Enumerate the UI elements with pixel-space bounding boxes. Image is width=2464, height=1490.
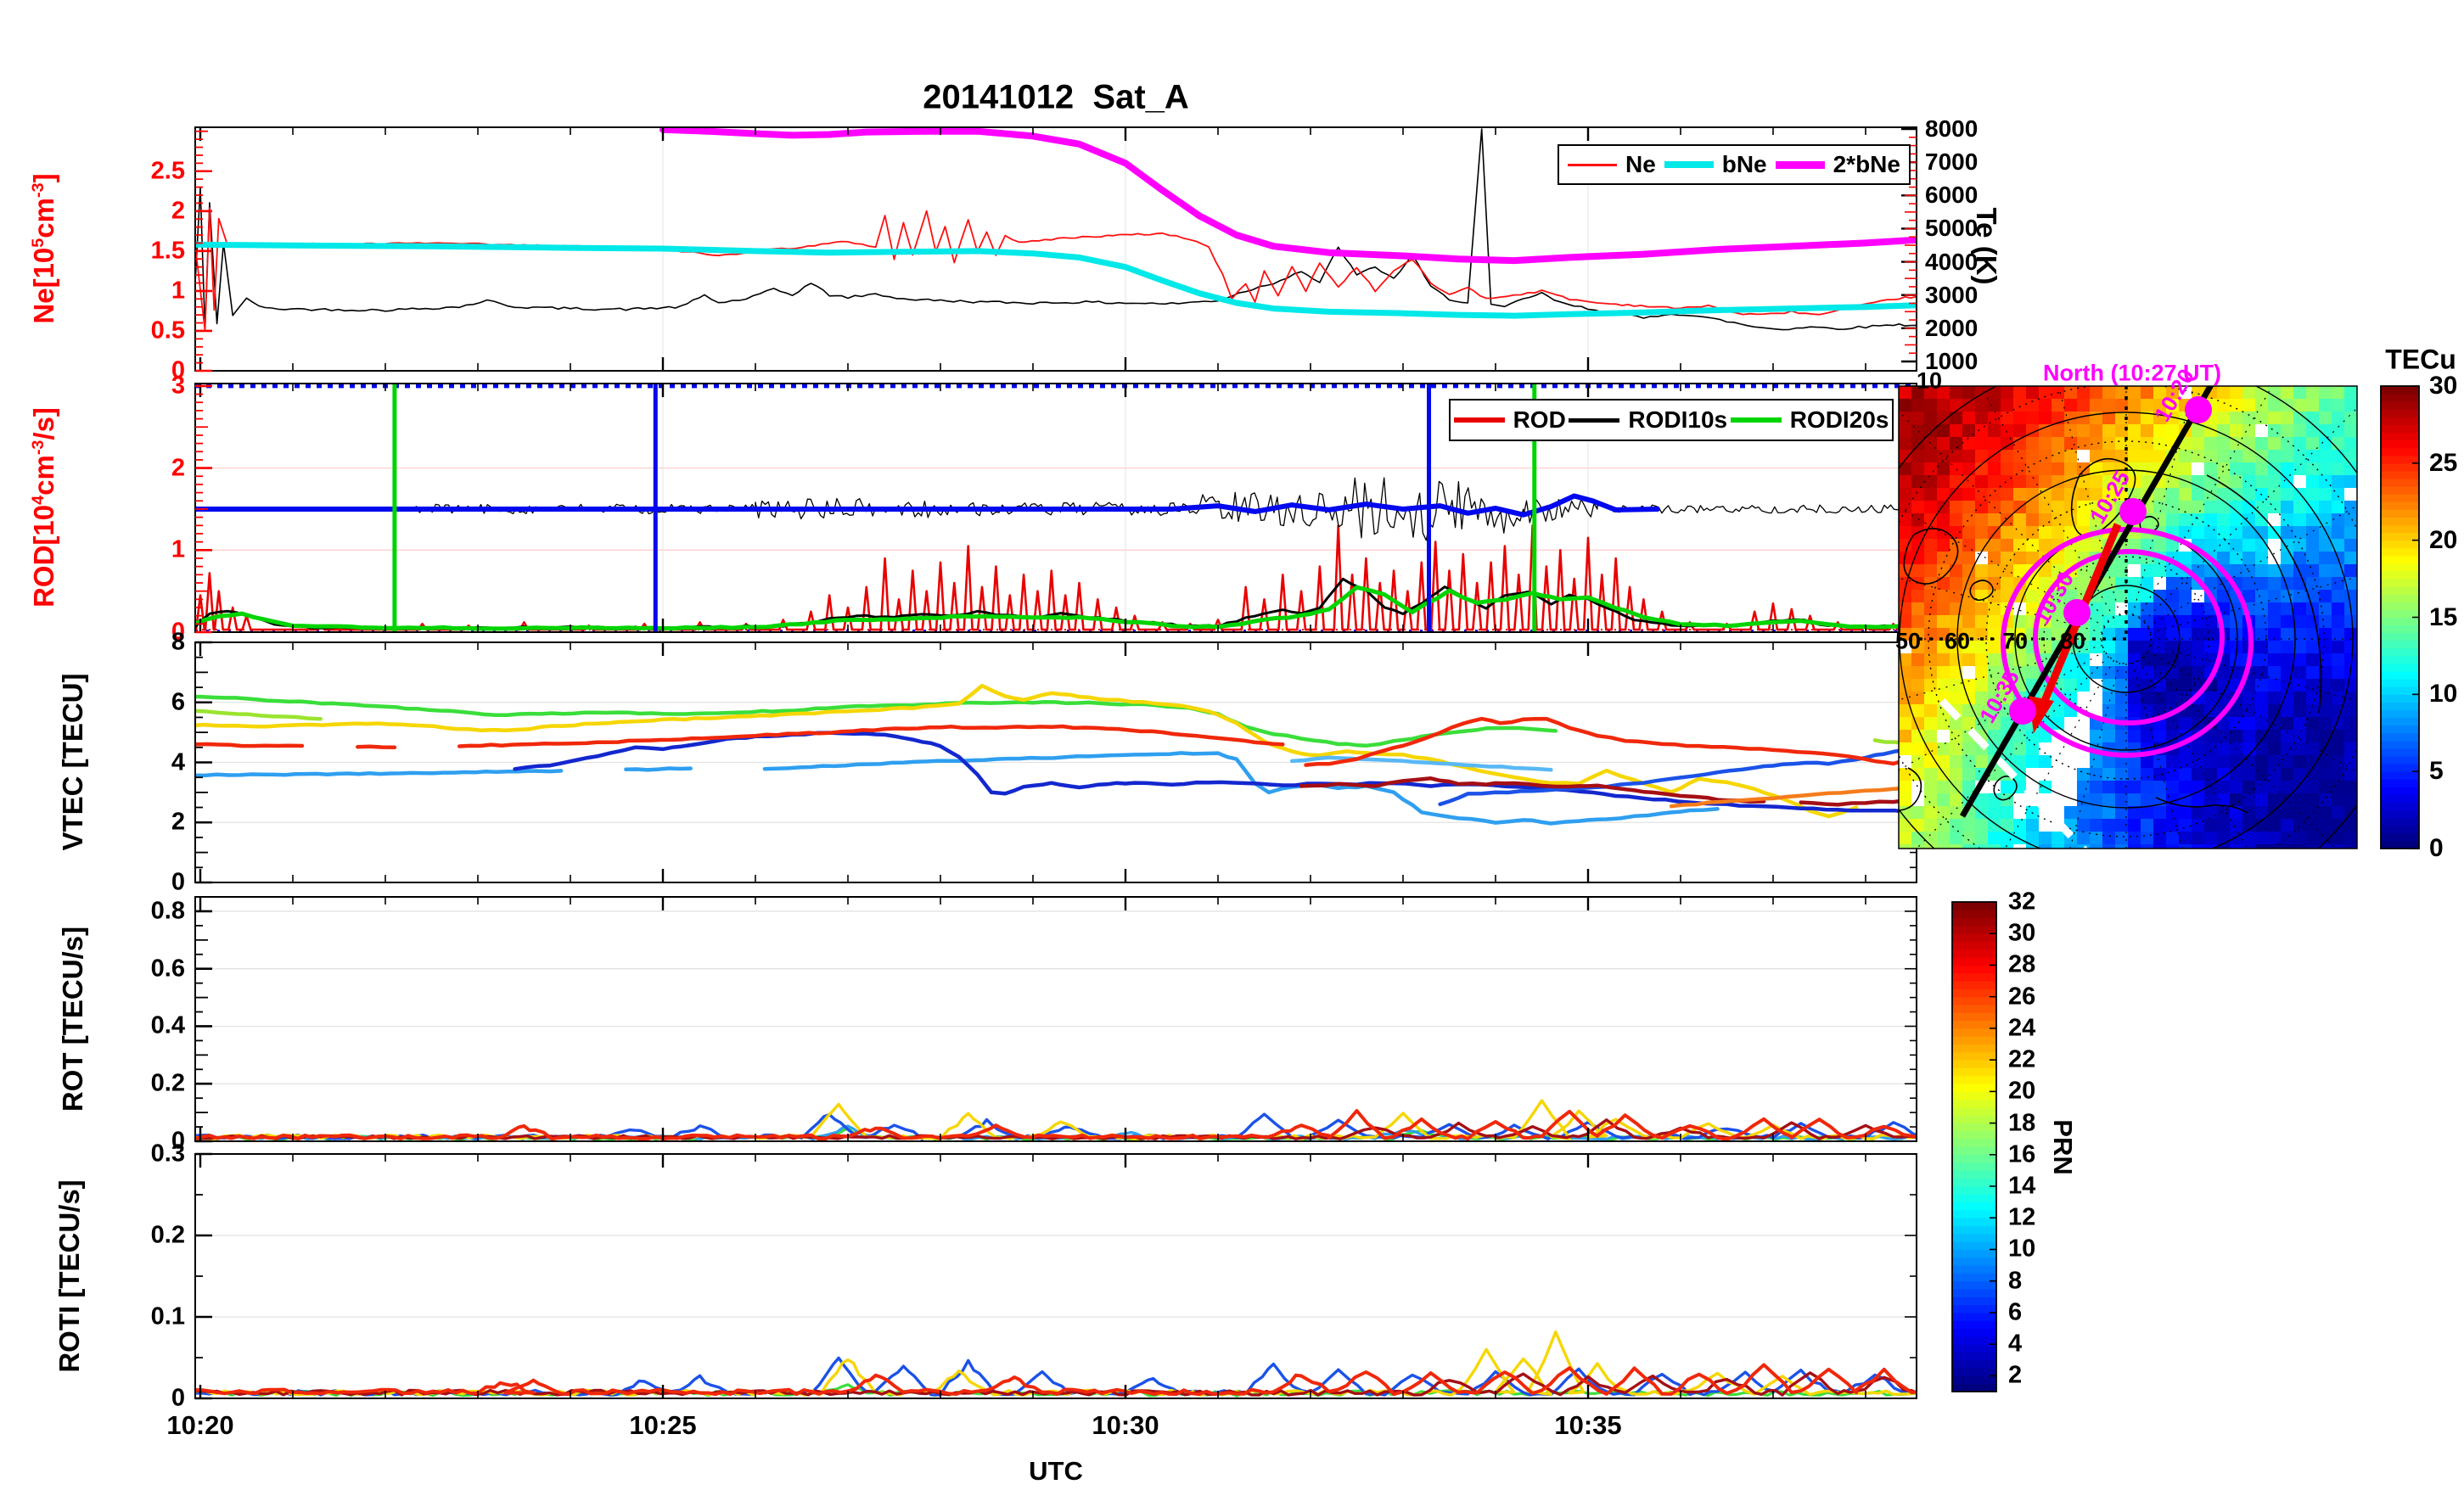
track-time-dot (2185, 396, 2212, 423)
figure-page: { "title":"20141012 Sat_A", "chart_data"… (0, 0, 2464, 1490)
figure-canvas (194, 126, 2420, 1400)
track-time-dot (2063, 599, 2091, 626)
track-time-dot (2009, 697, 2036, 725)
vtec-PRN26 (195, 742, 305, 748)
vtec-PRN12 (624, 766, 693, 772)
vtec-PRN26 (356, 744, 397, 750)
track-time-dot (2119, 498, 2147, 525)
